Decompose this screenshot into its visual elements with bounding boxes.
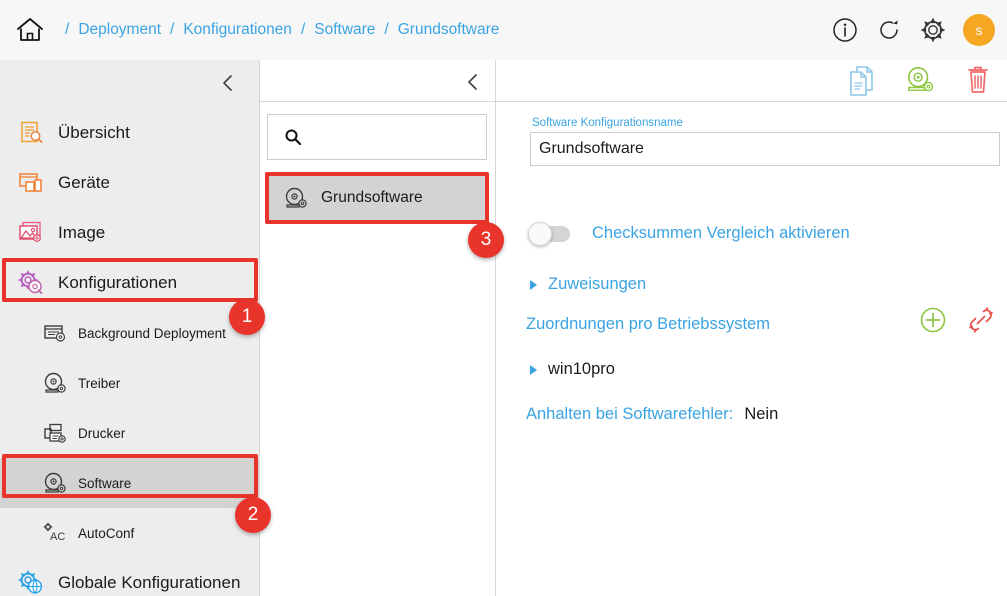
sidebar-item-background-deployment[interactable]: Background Deployment: [0, 308, 259, 358]
driver-disc-icon: [42, 371, 68, 395]
assignments-accordion[interactable]: Zuweisungen: [530, 275, 646, 294]
sidebar-item-label: Software: [78, 475, 132, 491]
list-item-label: Grundsoftware: [321, 189, 423, 206]
breadcrumb-separator: /: [384, 21, 389, 38]
halt-on-software-error-row: Anhalten bei Softwarefehler: Nein: [526, 405, 778, 424]
delete-trash-icon[interactable]: [963, 64, 993, 96]
list-item-grundsoftware[interactable]: Grundsoftware: [269, 176, 485, 220]
checksum-toggle[interactable]: [528, 221, 570, 246]
assignments-accordion-label: Zuweisungen: [548, 275, 647, 293]
breadcrumb-separator: /: [65, 21, 70, 38]
chevron-right-icon: [530, 364, 537, 375]
avatar[interactable]: s: [963, 14, 995, 46]
software-config-name-input[interactable]: [530, 132, 1000, 166]
detail-panel: Software Konfigurationsname Checksummen …: [495, 60, 1007, 596]
refresh-icon[interactable]: [875, 16, 903, 44]
top-bar: / Deployment / Konfigurationen / Softwar…: [0, 0, 1007, 60]
overview-icon: [14, 118, 48, 148]
sidebar-item-treiber[interactable]: Treiber: [0, 358, 259, 408]
sidebar-item-image[interactable]: Image: [0, 208, 259, 258]
broken-link-icon[interactable]: [966, 305, 996, 335]
sidebar-item-globale-konfigurationen[interactable]: Globale Konfigurationen: [0, 558, 259, 596]
sidebar-item-uebersicht[interactable]: Übersicht: [0, 108, 259, 158]
sidebar-item-label: Übersicht: [58, 123, 130, 142]
detail-panel-header: [496, 60, 1007, 102]
sidebar-item-autoconf[interactable]: AC AutoConf: [0, 508, 259, 558]
sidebar-item-geraete[interactable]: Geräte: [0, 158, 259, 208]
autoconf-icon: AC: [42, 521, 68, 545]
os-assignments-actions: [918, 305, 996, 335]
sidebar-item-label: AutoConf: [78, 525, 135, 541]
sidebar-item-label: Image: [58, 223, 106, 242]
software-disc-icon: [42, 471, 68, 495]
sidebar-item-drucker[interactable]: Drucker: [0, 408, 259, 458]
breadcrumb-item-software[interactable]: Software: [314, 21, 375, 39]
svg-text:AC: AC: [50, 531, 65, 543]
info-icon[interactable]: [831, 16, 859, 44]
search-box[interactable]: [267, 114, 491, 160]
breadcrumb-item-deployment[interactable]: Deployment: [78, 21, 161, 39]
background-deployment-icon: [42, 321, 68, 345]
annotation-badge-2: 2: [235, 497, 271, 533]
add-circle-icon[interactable]: [918, 305, 948, 335]
sidebar: Übersicht Geräte Image Konfigurationen B…: [0, 60, 259, 596]
search-input[interactable]: [310, 129, 491, 145]
list-panel-header: [260, 60, 495, 102]
software-config-name-label: Software Konfigurationsname: [532, 117, 683, 129]
breadcrumb-item-konfigurationen[interactable]: Konfigurationen: [183, 21, 292, 39]
top-bar-actions: s: [831, 0, 995, 60]
detail-actions: [847, 64, 993, 96]
duplicate-icon[interactable]: [847, 64, 877, 96]
halt-on-software-error-label: Anhalten bei Softwarefehler:: [526, 405, 734, 423]
os-entry-win10pro[interactable]: win10pro: [530, 360, 615, 379]
software-disc-icon[interactable]: [905, 64, 935, 96]
breadcrumb-separator: /: [170, 21, 175, 38]
sidebar-item-label: Background Deployment: [78, 325, 226, 341]
sidebar-nav-list: Übersicht Geräte Image Konfigurationen B…: [0, 108, 259, 596]
breadcrumb-item-grundsoftware[interactable]: Grundsoftware: [398, 21, 500, 39]
breadcrumb-separator: /: [300, 21, 306, 38]
image-icon: [14, 218, 48, 248]
sidebar-item-label: Konfigurationen: [58, 273, 178, 292]
chevron-right-icon: [530, 279, 537, 290]
sidebar-item-konfigurationen[interactable]: Konfigurationen: [0, 258, 259, 308]
devices-icon: [14, 168, 48, 198]
checksum-toggle-row[interactable]: Checksummen Vergleich aktivieren: [528, 221, 850, 246]
sidebar-item-label: Geräte: [58, 173, 110, 192]
sidebar-item-label: Treiber: [78, 375, 121, 391]
globe-gear-icon: [14, 568, 48, 596]
search-icon: [284, 128, 302, 146]
gear-icon[interactable]: [919, 16, 947, 44]
sidebar-item-label: Globale Konfigurationen: [58, 573, 241, 592]
configurations-gear-icon: [14, 268, 48, 298]
toggle-knob: [528, 221, 552, 246]
app-root: / Deployment / Konfigurationen / Softwar…: [0, 0, 1007, 596]
home-icon[interactable]: [10, 10, 50, 50]
annotation-badge-1: 1: [229, 299, 265, 335]
os-assignments-title: Zuordnungen pro Betriebssystem: [526, 315, 770, 333]
printer-icon: [42, 421, 68, 445]
checksum-toggle-label: Checksummen Vergleich aktivieren: [592, 224, 850, 242]
list-panel: Grundsoftware: [259, 60, 495, 596]
halt-on-software-error-value: Nein: [744, 405, 779, 423]
sidebar-item-software[interactable]: Software: [0, 458, 259, 508]
software-disc-icon: [283, 186, 309, 210]
list-panel-collapse-chevron-left-icon[interactable]: [460, 69, 486, 95]
annotation-badge-3: 3: [468, 222, 504, 258]
breadcrumb: / Deployment / Konfigurationen / Softwar…: [56, 21, 499, 39]
sidebar-item-label: Drucker: [78, 425, 126, 441]
os-entry-label: win10pro: [548, 360, 615, 378]
sidebar-collapse-chevron-left-icon[interactable]: [215, 70, 241, 96]
